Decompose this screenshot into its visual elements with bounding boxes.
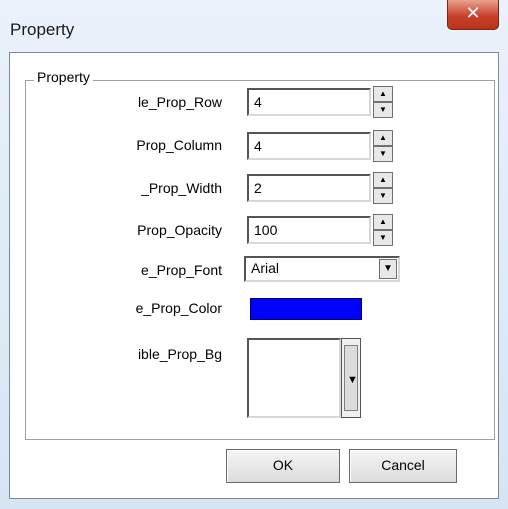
width-input[interactable]: 2 — [247, 174, 371, 202]
column-count-input[interactable]: 4 — [247, 132, 371, 160]
color-swatch[interactable] — [250, 298, 362, 320]
row-count-spinner: ▲ ▼ — [373, 86, 393, 118]
row-count-input[interactable]: 4 — [247, 88, 371, 116]
row-count-decrement-button[interactable]: ▼ — [373, 102, 393, 118]
column-count-spinner: ▲ ▼ — [373, 130, 393, 162]
column-count-label: Prop_Column — [136, 137, 222, 153]
opacity-increment-button[interactable]: ▲ — [373, 214, 393, 230]
opacity-label: Prop_Opacity — [137, 222, 222, 238]
spin-down-icon: ▼ — [379, 105, 387, 114]
close-icon: ✕ — [465, 3, 481, 23]
width-spinner: ▲ ▼ — [373, 172, 393, 204]
row-count-label: le_Prop_Row — [137, 94, 222, 110]
ok-button[interactable]: OK — [226, 449, 340, 483]
scroll-thumb[interactable]: ▼ — [344, 345, 358, 411]
column-count-decrement-button[interactable]: ▼ — [373, 146, 393, 162]
spin-down-icon: ▼ — [379, 191, 387, 200]
background-listbox[interactable] — [247, 338, 341, 418]
spin-up-icon: ▲ — [379, 175, 387, 184]
font-select-value: Arial — [251, 260, 280, 276]
row-count-increment-button[interactable]: ▲ — [373, 86, 393, 102]
title-bar[interactable]: Property ✕ — [0, 0, 508, 50]
spin-up-icon: ▲ — [379, 89, 387, 98]
close-button[interactable]: ✕ — [447, 0, 499, 30]
width-increment-button[interactable]: ▲ — [373, 172, 393, 188]
color-label: e_Prop_Color — [135, 300, 222, 316]
column-count-increment-button[interactable]: ▲ — [373, 130, 393, 146]
spin-down-icon: ▼ — [379, 233, 387, 242]
spin-down-icon: ▼ — [379, 149, 387, 158]
background-scrollbar[interactable]: ▼ — [341, 338, 361, 418]
chevron-down-icon[interactable]: ▼ — [379, 259, 397, 279]
width-decrement-button[interactable]: ▼ — [373, 188, 393, 204]
spin-up-icon: ▲ — [379, 217, 387, 226]
opacity-input[interactable]: 100 — [247, 216, 371, 244]
scroll-down-icon: ▼ — [347, 374, 358, 386]
property-dialog: Property ✕ Property le_Prop_Row 4 ▲ ▼ Pr… — [0, 0, 508, 509]
opacity-spinner: ▲ ▼ — [373, 214, 393, 246]
groupbox-label: Property — [34, 69, 93, 85]
opacity-decrement-button[interactable]: ▼ — [373, 230, 393, 246]
dialog-title: Property — [10, 20, 75, 39]
font-select[interactable]: Arial ▼ — [244, 256, 400, 282]
font-label: e_Prop_Font — [141, 262, 222, 278]
background-label: ible_Prop_Bg — [137, 346, 222, 362]
spin-up-icon: ▲ — [379, 133, 387, 142]
width-label: _Prop_Width — [141, 180, 222, 196]
cancel-button[interactable]: Cancel — [349, 449, 457, 483]
